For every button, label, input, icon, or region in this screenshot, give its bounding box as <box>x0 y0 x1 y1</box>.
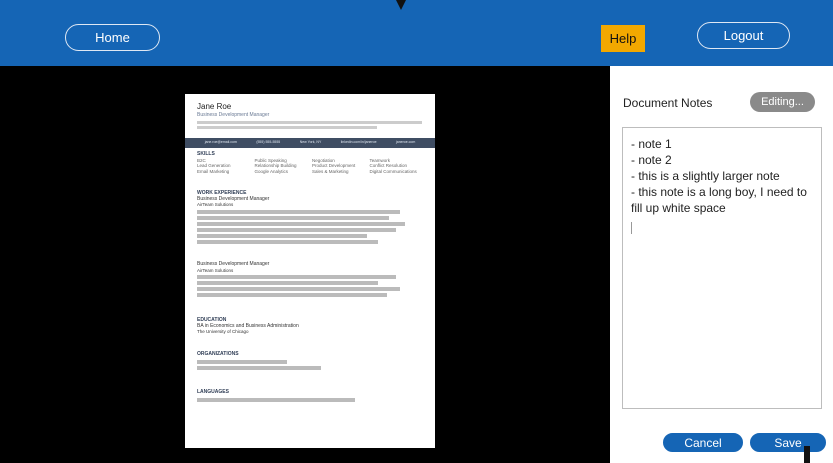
note-line: - note 1 <box>631 137 672 151</box>
skill-item: Email Marketing <box>197 168 230 174</box>
resume-contact-bar: jane.roe@email.com (555) 555-5555 New Yo… <box>185 138 435 148</box>
cancel-button[interactable]: Cancel <box>662 432 744 453</box>
help-button[interactable]: Help <box>601 25 645 52</box>
home-button[interactable]: Home <box>65 24 160 51</box>
skills-grid: B2C Public Speaking Negotiation Teamwork… <box>197 158 423 175</box>
note-line: - this note is a long boy, I need to fil… <box>631 185 807 215</box>
mouse-cursor-icon <box>396 0 406 10</box>
organizations-lines <box>197 359 423 370</box>
skill-item: Digital Communications <box>369 168 417 174</box>
editing-mode-button[interactable]: Editing... <box>750 92 815 112</box>
contact-linkedin: linkedin.com/in/janeroe <box>340 140 377 145</box>
document-viewer: Jane Roe Business Development Manager ja… <box>0 66 610 463</box>
document-notes-label: Document Notes <box>623 96 713 110</box>
job1-company: AirTeam Solutions <box>197 202 234 207</box>
notes-textarea[interactable]: - note 1 - note 2 - this is a slightly l… <box>622 127 822 409</box>
job1-bullets <box>197 209 423 244</box>
resume-summary <box>197 119 422 131</box>
education-section: EDUCATION BA in Economics and Business A… <box>197 317 423 335</box>
education-school: The University of Chicago <box>197 329 249 334</box>
logout-button[interactable]: Logout <box>697 22 790 49</box>
languages-section: LANGUAGES <box>197 389 423 404</box>
resume-role: Business Development Manager <box>197 112 270 118</box>
languages-lines <box>197 397 423 402</box>
skill-item: Sales & Marketing <box>312 168 349 174</box>
note-line: - this is a slightly larger note <box>631 169 780 183</box>
text-cursor-icon <box>804 446 810 463</box>
contact-location: New York, NY <box>299 140 322 145</box>
top-navigation-bar: Home Help Logout <box>0 0 833 66</box>
save-button[interactable]: Save <box>749 432 827 453</box>
job2-bullets <box>197 275 423 297</box>
organizations-heading: ORGANIZATIONS <box>197 351 239 357</box>
work-section: WORK EXPERIENCE Business Development Man… <box>197 190 423 246</box>
job2-company: AirTeam Solutions <box>197 267 234 273</box>
contact-phone: (555) 555-5555 <box>256 140 281 145</box>
contact-website: janeroe.com <box>395 140 416 145</box>
organizations-section: ORGANIZATIONS <box>197 351 423 372</box>
languages-heading: LANGUAGES <box>197 389 229 395</box>
note-line: - note 2 <box>631 153 672 167</box>
skills-section: SKILLS B2C Public Speaking Negotiation T… <box>197 151 423 175</box>
resume-document-page[interactable]: Jane Roe Business Development Manager ja… <box>185 94 435 448</box>
skill-item: Google Analytics <box>254 168 289 174</box>
work-section-2: Business Development Manager AirTeam Sol… <box>197 261 423 299</box>
contact-email: jane.roe@email.com <box>204 140 237 145</box>
text-caret <box>631 222 632 234</box>
resume-name: Jane Roe <box>197 102 232 111</box>
